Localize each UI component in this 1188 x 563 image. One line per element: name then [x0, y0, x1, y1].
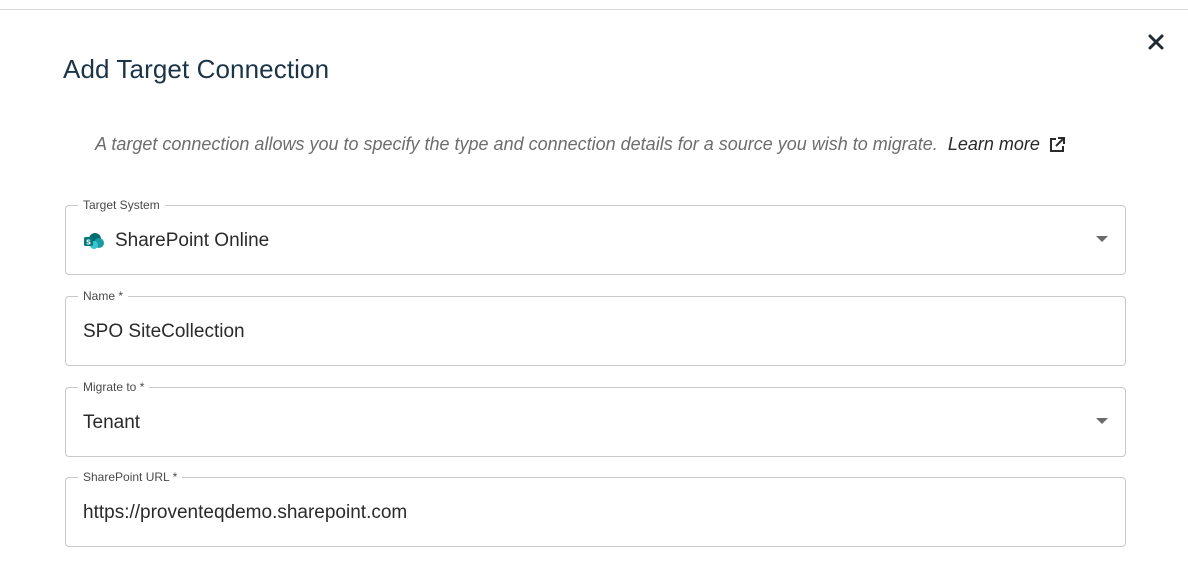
sharepoint-url-field[interactable]: SharePoint URL * https://proventeqdemo.s… [65, 470, 1126, 547]
name-label: Name * [78, 289, 129, 303]
target-system-label: Target System [78, 198, 165, 212]
description-text: A target connection allows you to specif… [95, 134, 938, 154]
svg-text:S: S [86, 238, 91, 246]
target-system-value: S SharePoint Online [83, 230, 269, 252]
learn-more-label: Learn more [947, 134, 1040, 154]
chevron-down-icon[interactable] [1096, 236, 1108, 242]
sharepoint-url-label: SharePoint URL * [78, 470, 183, 484]
close-icon [1148, 34, 1164, 50]
external-link-icon [1048, 136, 1066, 154]
close-button[interactable] [1146, 32, 1166, 52]
sharepoint-url-input[interactable]: https://proventeqdemo.sharepoint.com [83, 502, 407, 524]
target-system-text: SharePoint Online [115, 230, 270, 251]
top-divider [0, 9, 1188, 10]
dialog-description: A target connection allows you to specif… [95, 134, 1066, 155]
add-target-connection-dialog: Add Target Connection A target connectio… [0, 0, 1188, 563]
chevron-down-icon[interactable] [1096, 418, 1108, 424]
migrate-to-label: Migrate to * [78, 380, 150, 394]
sharepoint-icon: S [83, 232, 105, 250]
dialog-title: Add Target Connection [63, 54, 330, 84]
name-field[interactable]: Name * SPO SiteCollection [65, 289, 1126, 366]
learn-more-link[interactable]: Learn more [948, 134, 1066, 155]
migrate-to-value: Tenant [83, 412, 141, 433]
target-system-select[interactable]: Target System S SharePoint Online [65, 198, 1126, 275]
name-input[interactable]: SPO SiteCollection [83, 321, 245, 343]
migrate-to-select[interactable]: Migrate to * Tenant [65, 380, 1126, 457]
